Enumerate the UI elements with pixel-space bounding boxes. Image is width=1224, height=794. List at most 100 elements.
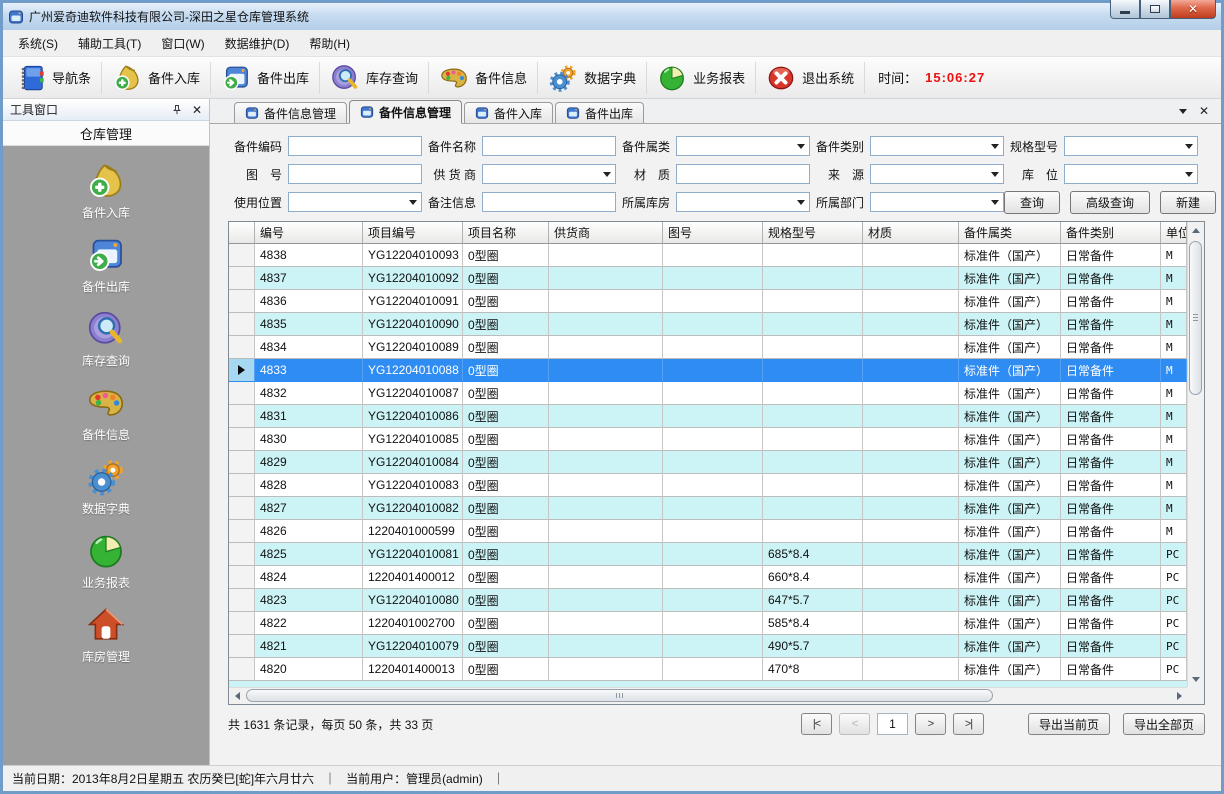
table-cell-type[interactable]: 日常备件 (1061, 474, 1161, 497)
table-cell-category[interactable]: 标准件（国产） (959, 428, 1061, 451)
menu-help[interactable]: 帮助(H) (299, 30, 360, 57)
table-cell-supplier[interactable] (549, 405, 663, 428)
dropdown-arrow-icon[interactable] (991, 200, 999, 205)
dropdown-arrow-icon[interactable] (797, 200, 805, 205)
table-cell-type[interactable]: 日常备件 (1061, 382, 1161, 405)
table-cell-type[interactable]: 日常备件 (1061, 543, 1161, 566)
dropdown-arrow-icon[interactable] (1185, 172, 1193, 177)
table-cell-material[interactable] (863, 635, 959, 658)
table-cell-unit[interactable]: M (1161, 359, 1187, 382)
table-row[interactable]: 4830YG122040100850型圈标准件（国产）日常备件M (229, 428, 1187, 451)
table-cell-material[interactable] (863, 451, 959, 474)
menu-data-maintenance[interactable]: 数据维护(D) (215, 30, 300, 57)
table-row[interactable]: 4825YG122040100810型圈685*8.4标准件（国产）日常备件PC (229, 543, 1187, 566)
table-cell-drawing_no[interactable] (663, 497, 763, 520)
table-cell-drawing_no[interactable] (663, 566, 763, 589)
search-input-remark[interactable] (482, 192, 616, 212)
tab-part-inbound[interactable]: 备件入库 (464, 102, 553, 123)
table-cell-unit[interactable]: PC (1161, 543, 1187, 566)
table-cell-supplier[interactable] (549, 244, 663, 267)
scroll-right-icon[interactable] (1171, 688, 1187, 704)
table-cell-type[interactable]: 日常备件 (1061, 589, 1161, 612)
sidebar-item-part-inbound[interactable]: 备件入库 (82, 161, 130, 221)
table-cell-unit[interactable]: M (1161, 405, 1187, 428)
table-cell-drawing_no[interactable] (663, 290, 763, 313)
table-cell-unit[interactable]: PC (1161, 635, 1187, 658)
table-cell-id[interactable]: 4826 (255, 520, 363, 543)
toolbar-data-dict-button[interactable]: 数据字典 (539, 60, 645, 96)
table-cell-category[interactable]: 标准件（国产） (959, 290, 1061, 313)
table-cell-project_no[interactable]: YG12204010089 (363, 336, 463, 359)
table-cell-drawing_no[interactable] (663, 612, 763, 635)
table-cell-spec[interactable] (763, 382, 863, 405)
search-select-supplier[interactable] (482, 164, 616, 184)
table-cell-material[interactable] (863, 658, 959, 681)
table-cell-project_name[interactable]: 0型圈 (463, 359, 549, 382)
tab-part-outbound[interactable]: 备件出库 (555, 102, 644, 123)
page-number-input[interactable]: 1 (877, 713, 908, 735)
toolbar-part-inbound-button[interactable]: 备件入库 (103, 60, 209, 96)
table-cell-material[interactable] (863, 589, 959, 612)
table-cell-project_name[interactable]: 0型圈 (463, 497, 549, 520)
table-cell-drawing_no[interactable] (663, 543, 763, 566)
table-cell-type[interactable]: 日常备件 (1061, 566, 1161, 589)
header-cell-project_name[interactable]: 项目名称 (463, 222, 549, 243)
table-cell-spec[interactable] (763, 244, 863, 267)
table-cell-drawing_no[interactable] (663, 313, 763, 336)
header-cell-type[interactable]: 备件类别 (1061, 222, 1161, 243)
table-cell-material[interactable] (863, 612, 959, 635)
table-cell-spec[interactable] (763, 428, 863, 451)
horizontal-scrollbar-thumb[interactable] (246, 689, 993, 702)
table-cell-id[interactable]: 4831 (255, 405, 363, 428)
table-cell-drawing_no[interactable] (663, 589, 763, 612)
table-cell-project_name[interactable]: 0型圈 (463, 428, 549, 451)
table-cell-supplier[interactable] (549, 658, 663, 681)
scroll-down-icon[interactable] (1188, 671, 1204, 687)
table-cell-drawing_no[interactable] (663, 520, 763, 543)
row-selector-cell[interactable] (229, 267, 255, 290)
table-cell-unit[interactable]: M (1161, 336, 1187, 359)
table-row[interactable]: 4823YG122040100800型圈647*5.7标准件（国产）日常备件PC (229, 589, 1187, 612)
table-cell-project_no[interactable]: YG12204010087 (363, 382, 463, 405)
table-cell-drawing_no[interactable] (663, 244, 763, 267)
table-cell-spec[interactable]: 585*8.4 (763, 612, 863, 635)
table-cell-supplier[interactable] (549, 589, 663, 612)
maximize-button[interactable] (1140, 0, 1170, 19)
table-cell-material[interactable] (863, 382, 959, 405)
header-cell-project_no[interactable]: 项目编号 (363, 222, 463, 243)
table-cell-category[interactable]: 标准件（国产） (959, 405, 1061, 428)
table-cell-spec[interactable]: 685*8.4 (763, 543, 863, 566)
search-select-part-category[interactable] (676, 136, 810, 156)
table-cell-project_name[interactable]: 0型圈 (463, 474, 549, 497)
menu-aux-tools[interactable]: 辅助工具(T) (68, 30, 151, 57)
table-cell-category[interactable]: 标准件（国产） (959, 612, 1061, 635)
table-cell-id[interactable]: 4834 (255, 336, 363, 359)
table-cell-category[interactable]: 标准件（国产） (959, 635, 1061, 658)
table-cell-supplier[interactable] (549, 359, 663, 382)
table-cell-supplier[interactable] (549, 290, 663, 313)
table-cell-project_no[interactable]: 1220401400013 (363, 658, 463, 681)
table-cell-unit[interactable]: M (1161, 313, 1187, 336)
minimize-button[interactable] (1110, 0, 1140, 19)
table-cell-project_no[interactable]: YG12204010091 (363, 290, 463, 313)
table-cell-material[interactable] (863, 428, 959, 451)
row-selector-cell[interactable] (229, 313, 255, 336)
table-cell-category[interactable]: 标准件（国产） (959, 497, 1061, 520)
table-row[interactable]: 482012204014000130型圈470*8标准件（国产）日常备件PC (229, 658, 1187, 681)
table-cell-spec[interactable]: 490*5.7 (763, 635, 863, 658)
table-cell-category[interactable]: 标准件（国产） (959, 451, 1061, 474)
toolbar-navbar-button[interactable]: 导航条 (7, 60, 100, 96)
tab-part-info-mgmt-2[interactable]: 备件信息管理 (349, 100, 462, 124)
table-cell-type[interactable]: 日常备件 (1061, 497, 1161, 520)
table-cell-type[interactable]: 日常备件 (1061, 267, 1161, 290)
table-cell-project_name[interactable]: 0型圈 (463, 635, 549, 658)
table-cell-project_name[interactable]: 0型圈 (463, 405, 549, 428)
close-panel-icon[interactable]: ✕ (192, 104, 202, 116)
table-cell-category[interactable]: 标准件（国产） (959, 382, 1061, 405)
row-selector-cell[interactable] (229, 405, 255, 428)
table-cell-project_no[interactable]: YG12204010083 (363, 474, 463, 497)
table-cell-id[interactable]: 4820 (255, 658, 363, 681)
table-cell-type[interactable]: 日常备件 (1061, 405, 1161, 428)
table-cell-project_no[interactable]: YG12204010084 (363, 451, 463, 474)
scroll-left-icon[interactable] (229, 688, 245, 704)
